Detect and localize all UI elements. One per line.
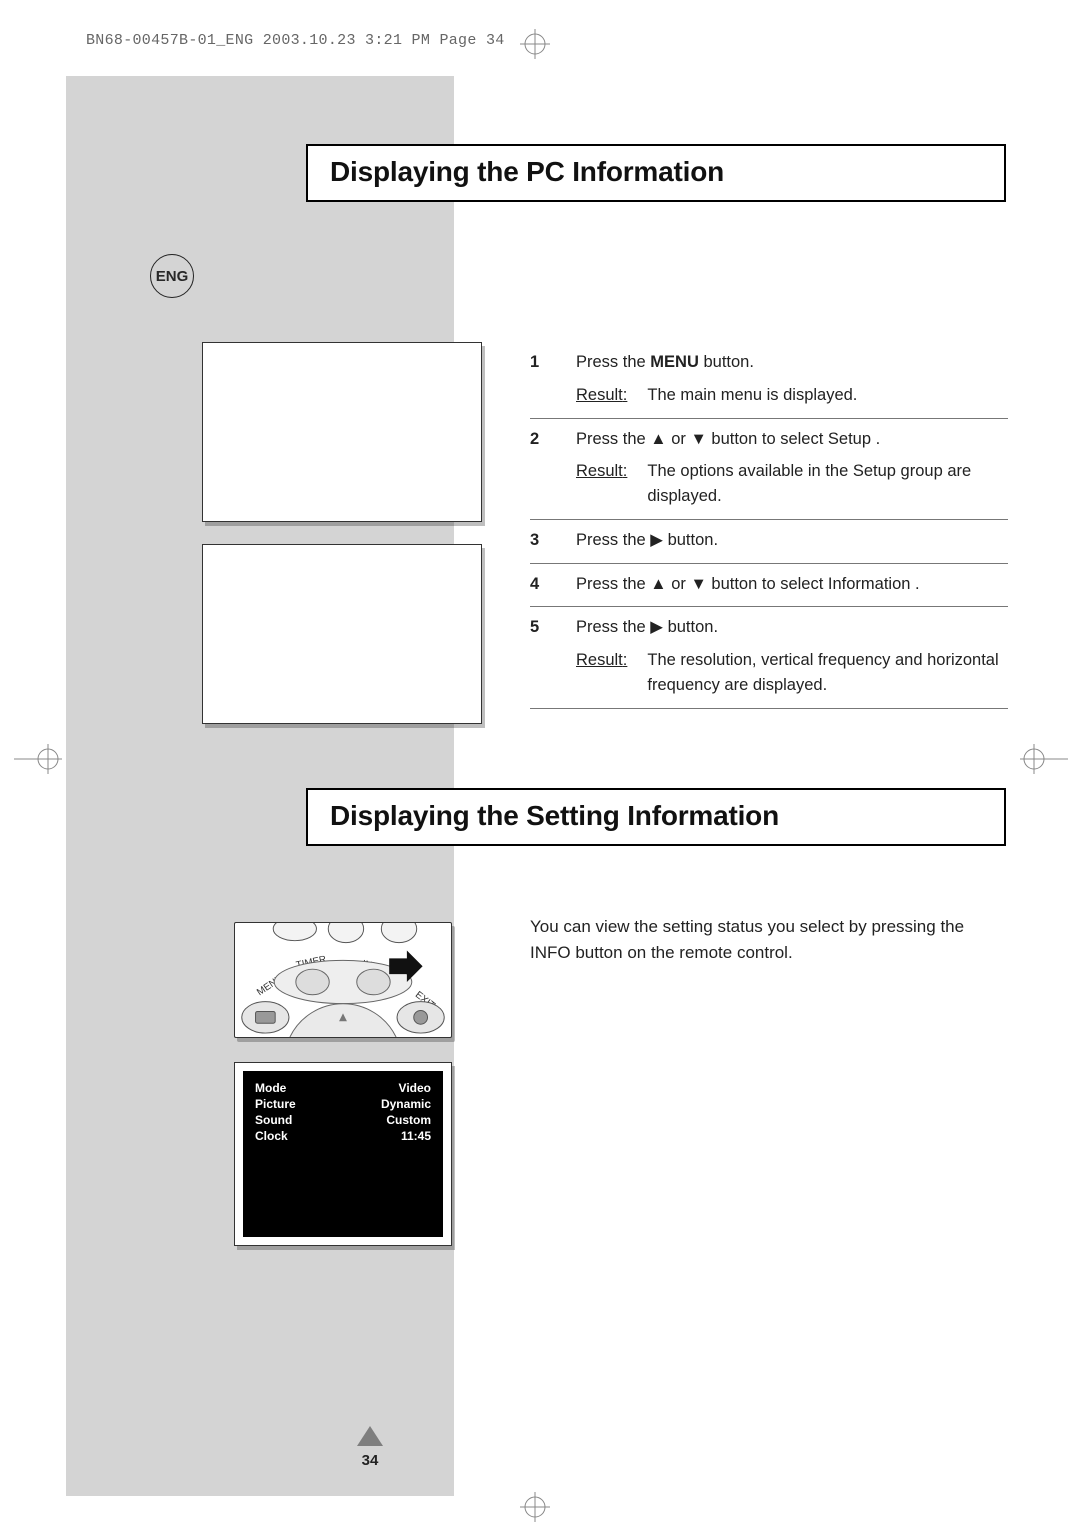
down-arrow-icon: ▼ bbox=[690, 575, 706, 593]
result-label: Result: bbox=[576, 459, 627, 509]
text: or bbox=[667, 575, 691, 593]
figure-remote: MENU TIMER INFO EXIT bbox=[234, 922, 452, 1038]
text: Press the bbox=[576, 353, 650, 371]
step-number: 5 bbox=[530, 615, 550, 697]
text: or bbox=[667, 430, 691, 448]
menu-name: Information bbox=[828, 575, 911, 593]
text: . bbox=[871, 430, 880, 448]
step-number: 2 bbox=[530, 427, 550, 509]
figure-osd: Mode Video Picture Dynamic Sound Custom Clo… bbox=[234, 1062, 452, 1246]
text: button. bbox=[663, 531, 718, 549]
step-number: 3 bbox=[530, 528, 550, 553]
language-badge: ENG bbox=[150, 254, 194, 298]
step-row: 2 Press the ▲ or ▼ button to select Setu… bbox=[530, 419, 1008, 520]
result-text: The main menu is displayed. bbox=[647, 383, 857, 408]
step-number: 4 bbox=[530, 572, 550, 597]
step-body: Press the MENU button. Result: The main … bbox=[576, 350, 1008, 408]
page-number: 34 bbox=[350, 1452, 390, 1469]
text: . bbox=[910, 575, 919, 593]
text: button to select bbox=[707, 575, 828, 593]
page-sheet: BN68-00457B-01_ENG 2003.10.23 3:21 PM Pa… bbox=[0, 0, 1080, 1525]
step-row: 1 Press the MENU button. Result: The mai… bbox=[530, 342, 1008, 419]
regmark-right-icon bbox=[1020, 744, 1068, 774]
down-arrow-icon: ▼ bbox=[690, 430, 706, 448]
remote-illustration-icon: MENU TIMER INFO EXIT bbox=[235, 923, 451, 1037]
section-title-2-text: Displaying the Setting Information bbox=[330, 800, 982, 832]
section-title-1-text: Displaying the PC Information bbox=[330, 156, 982, 188]
osd-key: Mode bbox=[255, 1081, 286, 1095]
step-body: Press the ▲ or ▼ button to select Setup … bbox=[576, 427, 1008, 509]
osd-row: Mode Video bbox=[255, 1081, 431, 1095]
section-title-2: Displaying the Setting Information bbox=[306, 788, 1006, 846]
result-text: The resolution, vertical frequency and h… bbox=[647, 648, 1008, 698]
regmark-bottom-icon bbox=[520, 1492, 550, 1522]
osd-val: 11:45 bbox=[401, 1129, 431, 1143]
result-text: The options available in the Setup group… bbox=[647, 459, 1008, 509]
right-arrow-icon: ▶ bbox=[650, 618, 663, 636]
step-body: Press the ▲ or ▼ button to select Inform… bbox=[576, 572, 1008, 597]
regmark-left-icon bbox=[14, 744, 62, 774]
step-row: 5 Press the ▶ button. Result: The resolu… bbox=[530, 607, 1008, 708]
osd-val: Dynamic bbox=[381, 1097, 431, 1111]
result-label: Result: bbox=[576, 648, 627, 698]
right-arrow-icon: ▶ bbox=[650, 531, 663, 549]
osd-val: Video bbox=[399, 1081, 431, 1095]
steps-list: 1 Press the MENU button. Result: The mai… bbox=[530, 342, 1008, 709]
text: Press the bbox=[576, 430, 650, 448]
osd-row: Sound Custom bbox=[255, 1113, 431, 1127]
osd-key: Clock bbox=[255, 1129, 288, 1143]
setting-info-paragraph: You can view the setting status you sele… bbox=[530, 914, 1008, 965]
step-body: Press the ▶ button. bbox=[576, 528, 1008, 553]
step-body: Press the ▶ button. Result: The resoluti… bbox=[576, 615, 1008, 697]
step-row: 3 Press the ▶ button. bbox=[530, 520, 1008, 564]
menu-bold: MENU bbox=[650, 353, 699, 371]
osd-panel: Mode Video Picture Dynamic Sound Custom Clo… bbox=[243, 1071, 443, 1237]
text: button to select bbox=[707, 430, 828, 448]
osd-row: Clock 11:45 bbox=[255, 1129, 431, 1143]
figure-placeholder-1 bbox=[202, 342, 482, 522]
regmark-top-icon bbox=[520, 29, 550, 59]
section-title-1: Displaying the PC Information bbox=[306, 144, 1006, 202]
text: button. bbox=[663, 618, 718, 636]
step-row: 4 Press the ▲ or ▼ button to select Info… bbox=[530, 564, 1008, 608]
imprint-line: BN68-00457B-01_ENG 2003.10.23 3:21 PM Pa… bbox=[86, 32, 505, 49]
text: Press the bbox=[576, 575, 650, 593]
text: Press the bbox=[576, 531, 650, 549]
up-arrow-icon: ▲ bbox=[650, 575, 666, 593]
osd-key: Sound bbox=[255, 1113, 292, 1127]
osd-val: Custom bbox=[386, 1113, 431, 1127]
result-label: Result: bbox=[576, 383, 627, 408]
text: Press the bbox=[576, 618, 650, 636]
osd-row: Picture Dynamic bbox=[255, 1097, 431, 1111]
step-number: 1 bbox=[530, 350, 550, 408]
figure-placeholder-2 bbox=[202, 544, 482, 724]
page-content: Displaying the PC Information ENG 1 Pres… bbox=[66, 76, 1020, 1496]
menu-name: Setup bbox=[828, 430, 871, 448]
up-arrow-icon: ▲ bbox=[650, 430, 666, 448]
osd-key: Picture bbox=[255, 1097, 296, 1111]
page-triangle-icon bbox=[357, 1426, 383, 1446]
text: button. bbox=[699, 353, 754, 371]
